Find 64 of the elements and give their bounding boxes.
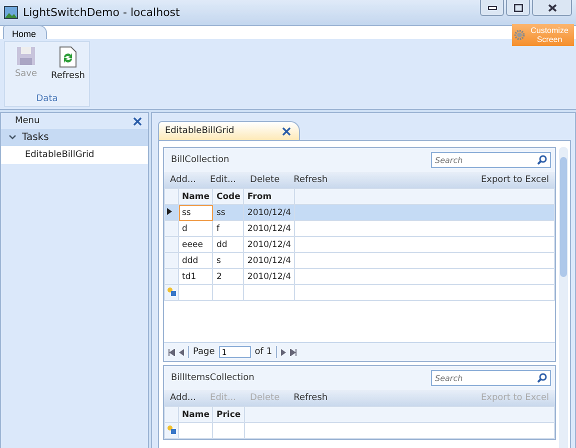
search-box[interactable]: Search — [431, 370, 551, 386]
table-cell: 2010/12/4 — [244, 220, 295, 236]
grid-title: BillCollection — [171, 155, 230, 165]
table-cell: td1 — [178, 268, 213, 284]
column-header[interactable]: Name — [178, 406, 213, 422]
current-row-icon — [167, 208, 172, 214]
new-row-icon[interactable] — [167, 286, 176, 296]
close-icon — [548, 4, 556, 12]
page-count: of 1 — [254, 347, 272, 357]
group-label: Data — [36, 94, 58, 106]
maximize-icon — [514, 4, 522, 12]
search-icon[interactable] — [537, 155, 547, 165]
table-cell: ss — [212, 204, 244, 220]
table-cell: ddd — [178, 252, 213, 268]
document-tab[interactable]: EditableBillGrid — [158, 121, 300, 140]
column-header[interactable]: Name — [178, 188, 213, 204]
column-header[interactable]: Code — [212, 188, 244, 204]
command-button[interactable]: Add... — [170, 393, 196, 403]
previous-page-icon[interactable] — [179, 348, 184, 356]
scrollbar[interactable] — [559, 147, 568, 448]
menu-title: Menu — [15, 116, 40, 126]
new-row-icon[interactable] — [167, 424, 176, 434]
grid-title: BillItemsCollection — [171, 373, 254, 383]
table-cell: 2 — [212, 268, 244, 284]
window-title: LightSwitchDemo - localhost — [23, 6, 181, 19]
refresh-document-icon — [59, 46, 77, 68]
page-number-field[interactable]: 1 — [218, 346, 251, 358]
column-header[interactable]: Price — [212, 406, 244, 422]
table-cell: 2010/12/4 — [244, 236, 295, 252]
table-cell: dd — [212, 236, 244, 252]
close-icon[interactable] — [133, 116, 142, 126]
menu-item[interactable]: EditableBillGrid — [1, 146, 148, 164]
page-label: Page — [193, 347, 215, 357]
ribbon-tab[interactable]: Home — [3, 25, 48, 39]
table-cell: 2010/12/4 — [244, 268, 295, 284]
close-button[interactable] — [532, 0, 572, 16]
export-button[interactable]: Export to Excel — [480, 175, 549, 185]
table-cell: 2010/12/4 — [244, 204, 295, 220]
menu-group[interactable]: Tasks — [1, 129, 148, 146]
ribbon-button[interactable]: Refresh — [51, 44, 85, 94]
minimize-icon — [488, 6, 496, 10]
app-icon — [4, 6, 18, 19]
table-cell: f — [212, 220, 244, 236]
search-icon[interactable] — [537, 373, 547, 383]
first-page-icon[interactable] — [168, 348, 175, 356]
last-page-icon[interactable] — [290, 348, 298, 356]
maximize-button[interactable] — [506, 0, 530, 16]
table-cell: ss — [178, 204, 213, 220]
command-button[interactable]: Edit... — [210, 175, 236, 185]
command-button[interactable]: Add... — [170, 175, 196, 185]
command-button[interactable]: Refresh — [294, 393, 328, 403]
close-icon[interactable] — [282, 126, 291, 136]
table-cell: s — [212, 252, 244, 268]
column-header[interactable]: From — [244, 188, 295, 204]
command-button[interactable]: Delete — [250, 175, 280, 185]
gear-icon — [514, 27, 526, 43]
table-cell: 2010/12/4 — [244, 252, 295, 268]
chevron-icon — [9, 135, 16, 140]
next-page-icon[interactable] — [281, 348, 286, 356]
search-box[interactable]: Search — [431, 152, 551, 168]
minimize-button[interactable] — [480, 0, 504, 16]
command-button[interactable]: Refresh — [294, 175, 328, 185]
table-cell: eeee — [178, 236, 213, 252]
table-cell: d — [178, 220, 213, 236]
